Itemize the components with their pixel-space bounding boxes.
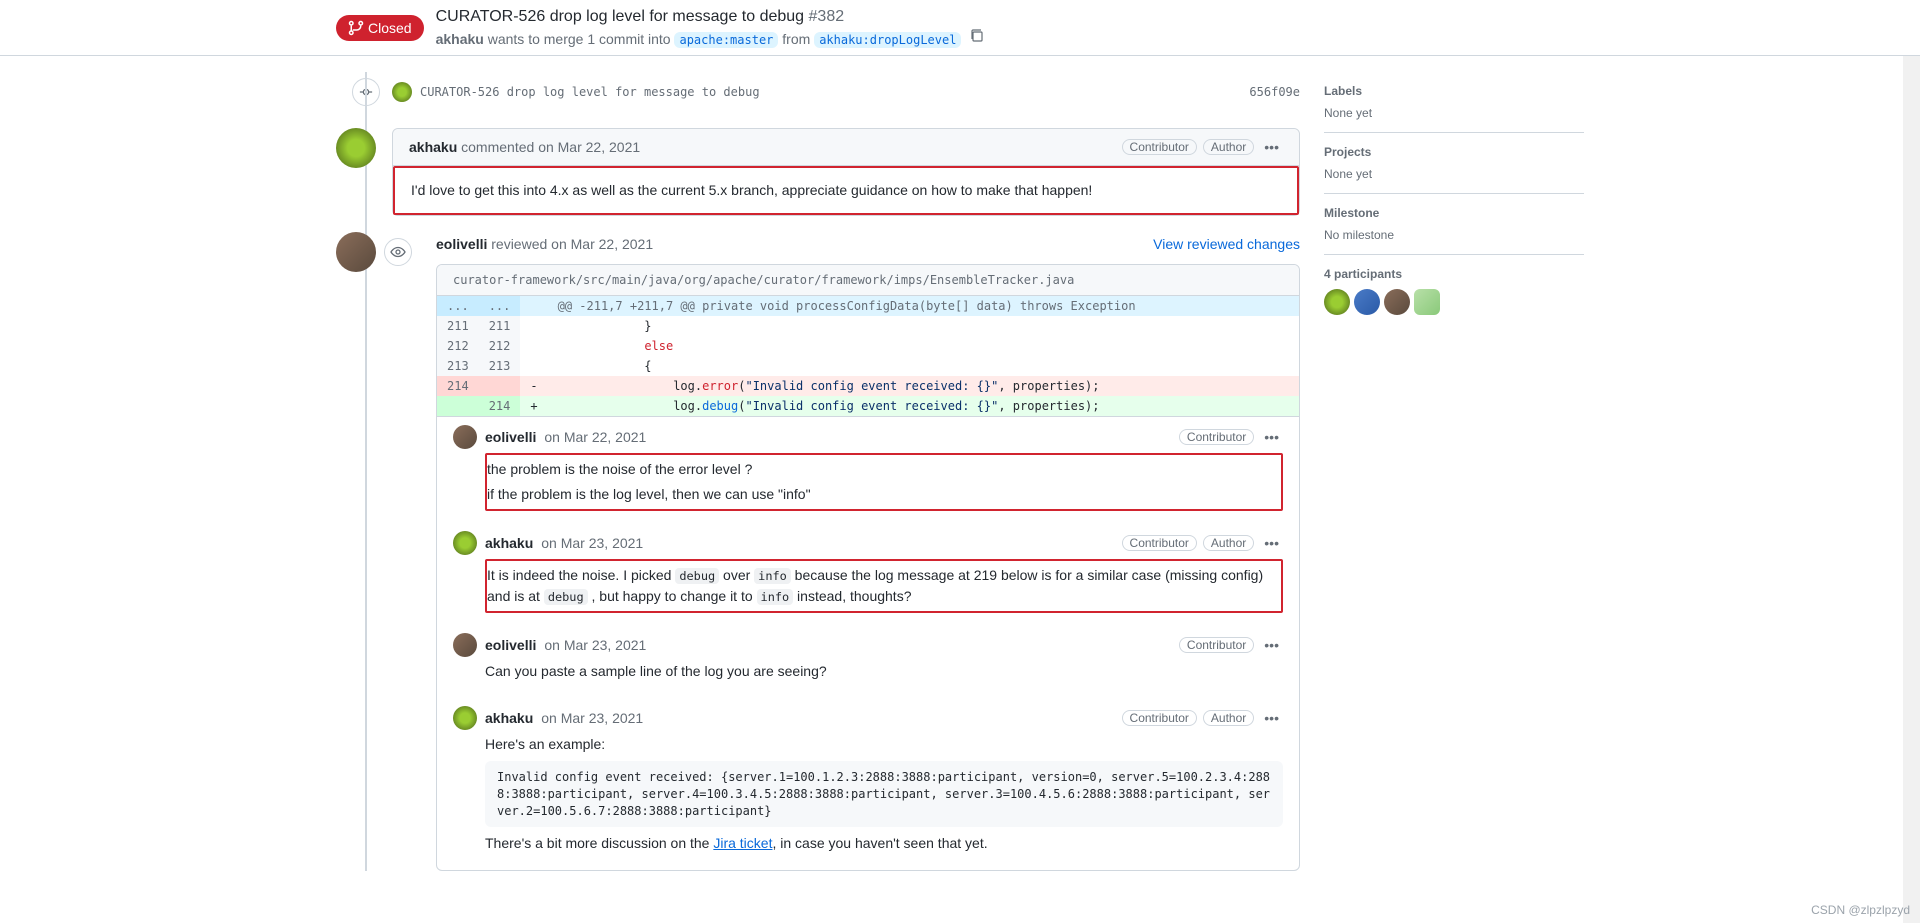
diff-line: 212212 else [437,336,1299,356]
contributor-badge: Contributor [1179,429,1254,445]
avatar[interactable] [336,128,376,168]
author-badge: Author [1203,710,1254,726]
author-badge: Author [1203,535,1254,551]
avatar[interactable] [392,82,412,102]
watermark: CSDN @zlpzlpzyd [1811,903,1910,917]
code-review-box: curator-framework/src/main/java/org/apac… [436,264,1300,871]
reply-body: the problem is the noise of the error le… [485,453,1283,511]
diff-line-deleted: 214- log.error("Invalid config event rec… [437,376,1299,396]
state-text: Closed [368,20,412,36]
comment-item: akhaku commented on Mar 22, 2021 Contrib… [336,128,1300,216]
head-branch[interactable]: akhaku:dropLogLevel [814,32,961,48]
avatar[interactable] [453,425,477,449]
base-branch[interactable]: apache:master [674,32,778,48]
reply-author[interactable]: eolivelli [485,637,536,653]
merge-icon [348,20,364,36]
sidebar-milestone[interactable]: Milestone No milestone [1324,194,1584,255]
avatar[interactable] [453,706,477,730]
diff-line: 213213 { [437,356,1299,376]
hunk-header: ...... @@ -211,7 +211,7 @@ private void … [437,296,1299,316]
contributor-badge: Contributor [1122,710,1197,726]
sidebar-labels[interactable]: Labels None yet [1324,72,1584,133]
avatar[interactable] [336,232,376,272]
kebab-menu[interactable]: ••• [1260,427,1283,447]
kebab-menu[interactable]: ••• [1260,137,1283,157]
reply-item: akhaku on Mar 23, 2021 Contributor Autho… [437,523,1299,625]
sidebar-projects[interactable]: Projects None yet [1324,133,1584,194]
reply-author[interactable]: akhaku [485,535,533,551]
reply-date[interactable]: on Mar 23, 2021 [541,535,643,551]
comment-body: I'd love to get this into 4.x as well as… [393,166,1299,215]
comment-date[interactable]: on Mar 22, 2021 [538,139,640,155]
reply-date[interactable]: on Mar 22, 2021 [544,429,646,445]
commit-row: CURATOR-526 drop log level for message t… [352,72,1300,112]
reply-author[interactable]: eolivelli [485,429,536,445]
pr-title[interactable]: CURATOR-526 drop log level for message t… [436,8,1584,26]
eye-icon [384,238,412,266]
avatar[interactable] [453,633,477,657]
pr-meta: akhaku wants to merge 1 commit into apac… [436,28,1584,47]
view-reviewed-changes-link[interactable]: View reviewed changes [1153,236,1300,252]
commit-message[interactable]: CURATOR-526 drop log level for message t… [420,85,1241,99]
review-author[interactable]: eolivelli [436,236,487,252]
reply-date[interactable]: on Mar 23, 2021 [541,710,643,726]
sidebar-participants: 4 participants [1324,255,1584,327]
kebab-menu[interactable]: ••• [1260,533,1283,553]
state-badge-closed: Closed [336,15,424,41]
sidebar: Labels None yet Projects None yet Milest… [1324,72,1584,871]
author-badge: Author [1203,139,1254,155]
reply-date[interactable]: on Mar 23, 2021 [544,637,646,653]
kebab-menu[interactable]: ••• [1260,708,1283,728]
code-block: Invalid config event received: {server.1… [485,761,1283,827]
scrollbar[interactable]: ▴ [1903,0,1920,923]
reply-item: akhaku on Mar 23, 2021 Contributor Autho… [437,698,1299,870]
copy-icon[interactable] [969,31,985,47]
commit-icon [352,78,380,106]
contributor-badge: Contributor [1122,535,1197,551]
file-path[interactable]: curator-framework/src/main/java/org/apac… [437,265,1299,296]
commit-sha[interactable]: 656f09e [1249,85,1300,99]
review-date[interactable]: on Mar 22, 2021 [551,236,653,252]
contributor-badge: Contributor [1179,637,1254,653]
jira-ticket-link[interactable]: Jira ticket [713,835,772,851]
participant-avatar[interactable] [1414,289,1440,315]
review-item: eolivelli reviewed on Mar 22, 2021 View … [336,232,1300,871]
pr-author-link[interactable]: akhaku [436,31,484,47]
reply-item: eolivelli on Mar 23, 2021 Contributor ••… [437,625,1299,698]
avatar[interactable] [453,531,477,555]
participant-avatar[interactable] [1354,289,1380,315]
reply-author[interactable]: akhaku [485,710,533,726]
diff-line: 211211 } [437,316,1299,336]
reply-body: Here's an example: Invalid config event … [485,734,1283,854]
reply-body: It is indeed the noise. I picked debug o… [485,559,1283,613]
pr-number: #382 [809,8,845,25]
pr-header-bar: Closed CURATOR-526 drop log level for me… [0,0,1920,56]
reply-thread: eolivelli on Mar 22, 2021 Contributor ••… [437,416,1299,870]
diff-table: ...... @@ -211,7 +211,7 @@ private void … [437,296,1299,416]
reply-item: eolivelli on Mar 22, 2021 Contributor ••… [437,417,1299,523]
participant-avatar[interactable] [1384,289,1410,315]
diff-line-added: 214+ log.debug("Invalid config event rec… [437,396,1299,416]
participant-avatar[interactable] [1324,289,1350,315]
kebab-menu[interactable]: ••• [1260,635,1283,655]
contributor-badge: Contributor [1122,139,1197,155]
comment-author[interactable]: akhaku [409,139,457,155]
reply-body: Can you paste a sample line of the log y… [485,661,1283,682]
